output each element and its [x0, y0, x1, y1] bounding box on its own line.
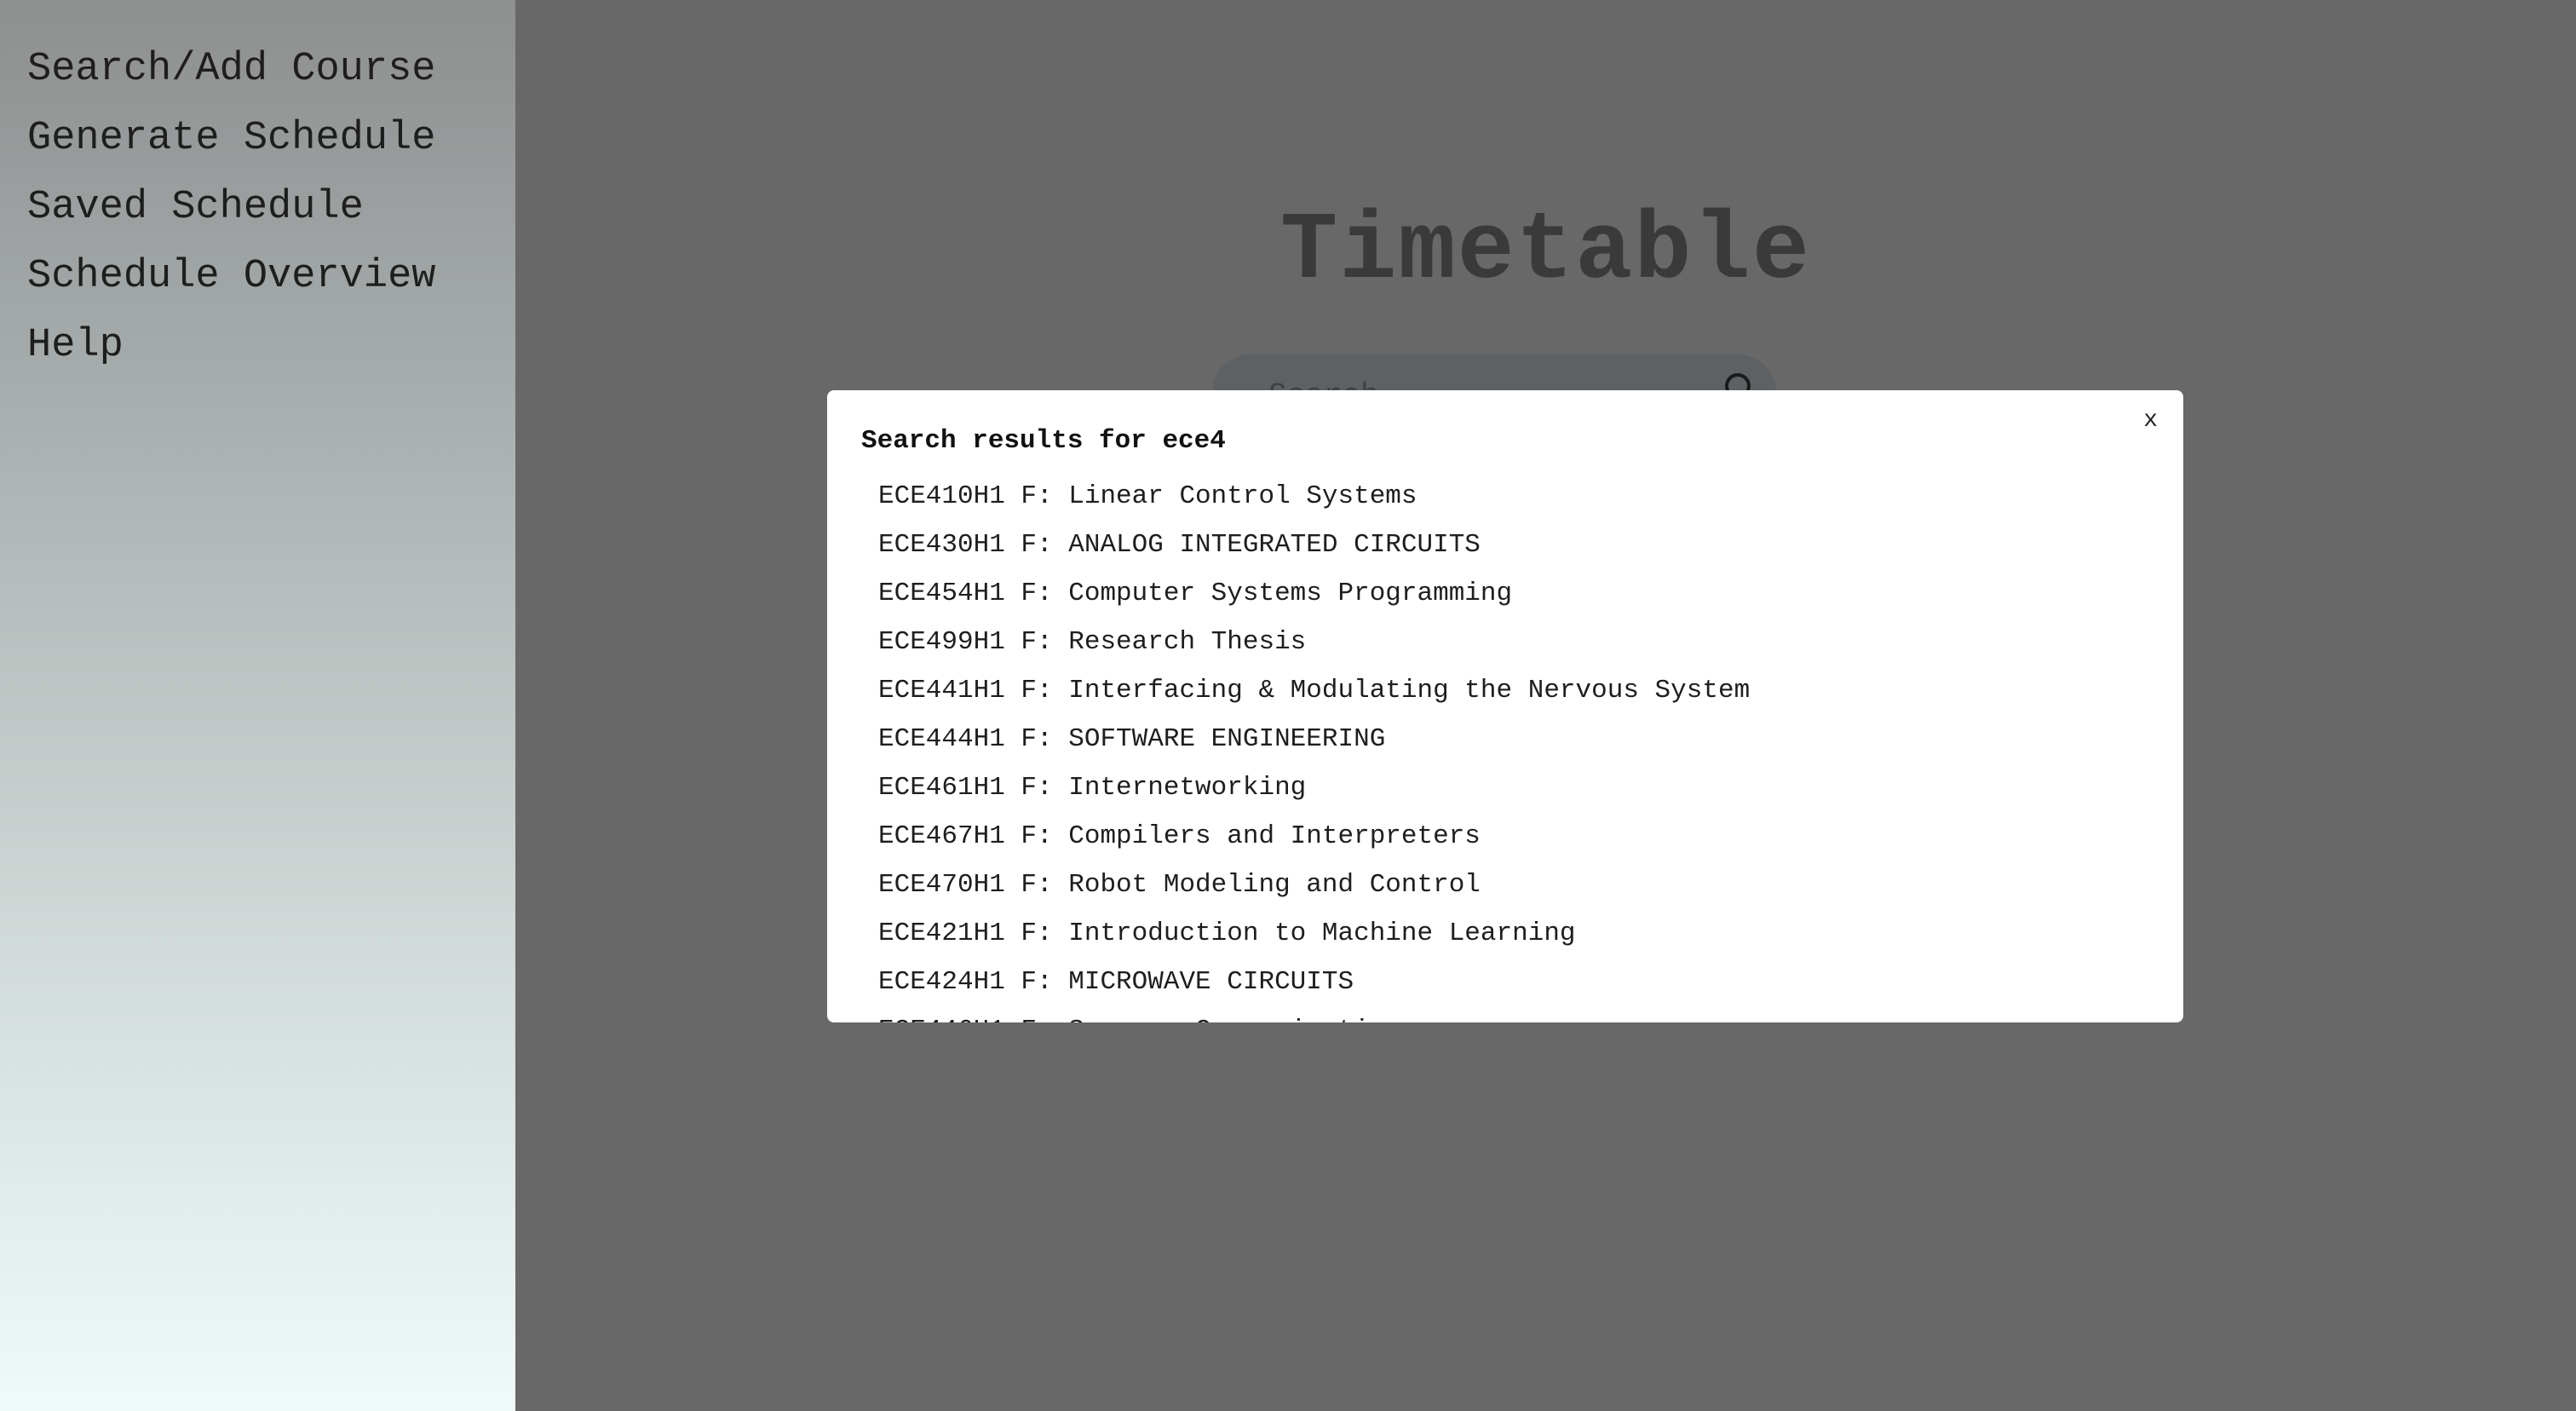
result-item[interactable]: ECE461H1 F: Internetworking: [878, 763, 2183, 812]
result-item[interactable]: ECE470H1 F: Robot Modeling and Control: [878, 861, 2183, 909]
sidebar: Search/Add Course Generate Schedule Save…: [0, 0, 515, 1411]
result-item[interactable]: ECE446H1 F: Sensory Communication: [878, 1006, 2183, 1022]
result-item[interactable]: ECE421H1 F: Introduction to Machine Lear…: [878, 909, 2183, 958]
result-item[interactable]: ECE454H1 F: Computer Systems Programming: [878, 569, 2183, 618]
modal-heading: Search results for ece4: [861, 426, 1226, 456]
result-item[interactable]: ECE467H1 F: Compilers and Interpreters: [878, 812, 2183, 861]
result-item[interactable]: ECE424H1 F: MICROWAVE CIRCUITS: [878, 958, 2183, 1006]
sidebar-item-help[interactable]: Help: [27, 325, 124, 366]
search-results-modal: x Search results for ece4 ECE410H1 F: Li…: [827, 390, 2183, 1022]
results-list: ECE410H1 F: Linear Control Systems ECE43…: [878, 472, 2183, 1022]
result-item[interactable]: ECE441H1 F: Interfacing & Modulating the…: [878, 666, 2183, 715]
sidebar-item-schedule-overview[interactable]: Schedule Overview: [27, 256, 435, 297]
result-item[interactable]: ECE444H1 F: SOFTWARE ENGINEERING: [878, 715, 2183, 763]
result-item[interactable]: ECE430H1 F: ANALOG INTEGRATED CIRCUITS: [878, 521, 2183, 569]
result-item[interactable]: ECE499H1 F: Research Thesis: [878, 618, 2183, 666]
sidebar-item-generate-schedule[interactable]: Generate Schedule: [27, 118, 435, 158]
sidebar-item-saved-schedule[interactable]: Saved Schedule: [27, 187, 364, 227]
page-title: Timetable: [1280, 198, 1811, 306]
close-button[interactable]: x: [2140, 404, 2161, 437]
result-item[interactable]: ECE410H1 F: Linear Control Systems: [878, 472, 2183, 521]
sidebar-item-search-add-course[interactable]: Search/Add Course: [27, 49, 435, 89]
